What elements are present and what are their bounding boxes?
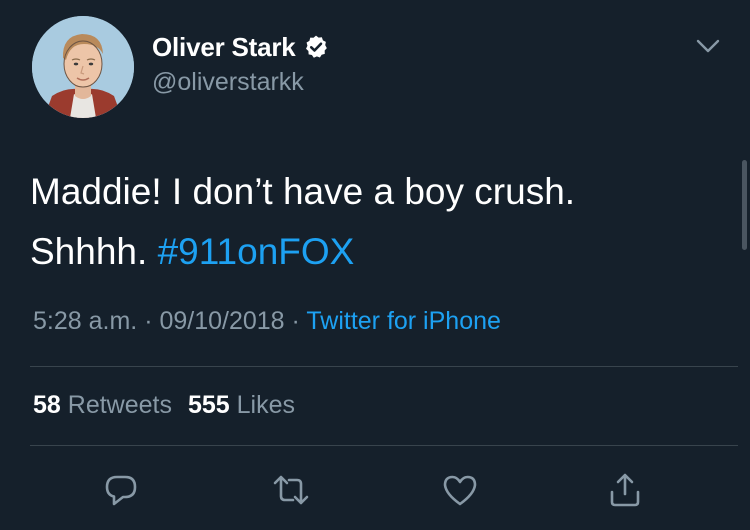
chevron-down-icon[interactable] bbox=[693, 33, 723, 59]
avatar[interactable] bbox=[32, 16, 134, 118]
retweets-stat[interactable]: 58 Retweets bbox=[33, 391, 172, 419]
tweet-stats: 58 Retweets 555 Likes bbox=[33, 391, 295, 420]
likes-count: 555 bbox=[187, 391, 230, 419]
avatar-illustration bbox=[32, 16, 134, 118]
share-icon[interactable] bbox=[603, 468, 647, 512]
meta-separator: · bbox=[144, 307, 153, 335]
tweet-text-line1: Maddie! I don’t have a boy crush. bbox=[30, 171, 576, 212]
tweet-actions-bar bbox=[0, 468, 750, 512]
reply-icon[interactable] bbox=[99, 468, 143, 512]
meta-separator: · bbox=[291, 307, 300, 335]
tweet-text-line2: Shhhh. #911onFOX bbox=[30, 222, 720, 282]
author-display-name[interactable]: Oliver Stark bbox=[152, 32, 296, 63]
tweet-meta: 5:28 a.m. · 09/10/2018 · Twitter for iPh… bbox=[33, 307, 501, 336]
tweet-source-link[interactable]: Twitter for iPhone bbox=[306, 307, 501, 335]
likes-stat[interactable]: 555 Likes bbox=[188, 391, 295, 419]
hashtag-link[interactable]: #911onFOX bbox=[158, 231, 355, 272]
tweet-time: 5:28 a.m. bbox=[33, 307, 138, 335]
tweet-text-line2-prefix: Shhhh. bbox=[30, 231, 158, 272]
tweet-text: Maddie! I don’t have a boy crush. Shhhh.… bbox=[30, 162, 720, 282]
retweet-icon[interactable] bbox=[269, 468, 313, 512]
like-icon[interactable] bbox=[438, 468, 482, 512]
verified-badge-icon bbox=[303, 34, 329, 60]
retweets-label: Retweets bbox=[67, 391, 172, 419]
author-handle[interactable]: @oliverstarkk bbox=[152, 68, 304, 97]
likes-label: Likes bbox=[236, 391, 296, 419]
divider bbox=[30, 366, 738, 367]
scrollbar[interactable] bbox=[742, 160, 747, 250]
retweets-count: 58 bbox=[33, 391, 61, 419]
author-name-row[interactable]: Oliver Stark bbox=[152, 30, 329, 64]
tweet-date: 09/10/2018 bbox=[159, 307, 285, 335]
divider bbox=[30, 445, 738, 446]
